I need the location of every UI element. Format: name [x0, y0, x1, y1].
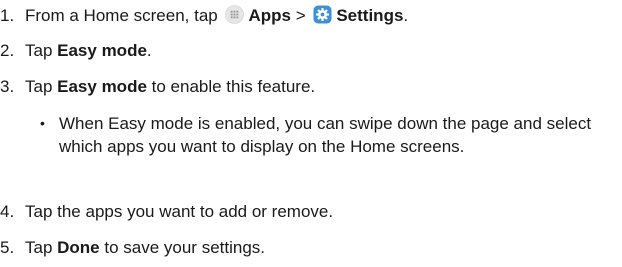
step-number: 4.	[0, 202, 15, 221]
step-prefix: From a Home screen, tap	[25, 6, 223, 25]
step-prefix: Tap	[25, 41, 58, 60]
bullet-symbol: •	[40, 115, 45, 131]
step-text: Tap Easy mode to enable this feature.	[25, 76, 315, 98]
step-number: 3.	[0, 77, 15, 96]
step-number: 1.	[0, 6, 15, 25]
apps-grid-icon	[225, 5, 245, 24]
step-number: 5.	[0, 238, 15, 257]
separator: >	[290, 6, 311, 25]
step-text: Tap Easy mode.	[25, 40, 152, 62]
step-text: Tap Done to save your settings.	[25, 237, 265, 259]
step-bold: Easy mode	[57, 77, 147, 96]
step-text: From a Home screen, tap Apps > Settings.	[25, 5, 408, 27]
step-prefix: Tap	[25, 77, 58, 96]
settings-label: Settings	[336, 6, 404, 25]
bullet-text: When Easy mode is enabled, you can swipe…	[59, 114, 592, 156]
settings-gear-icon	[313, 5, 332, 24]
step-prefix: Tap	[25, 238, 58, 257]
step-number: 2.	[0, 41, 15, 60]
step-text: Tap the apps you want to add or remove.	[25, 202, 334, 221]
step-suffix: to enable this feature.	[146, 77, 316, 96]
step-suffix: .	[403, 6, 409, 25]
step-suffix: to save your settings.	[99, 238, 266, 257]
apps-label: Apps	[248, 6, 291, 25]
step-bold: Easy mode	[57, 41, 147, 60]
step-suffix: .	[146, 41, 152, 60]
step-bold: Done	[57, 238, 100, 257]
